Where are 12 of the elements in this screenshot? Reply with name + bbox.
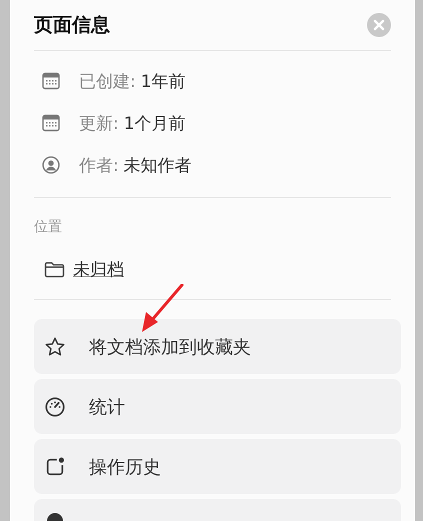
info-value: 1个月前 bbox=[124, 112, 186, 134]
info-value: 未知作者 bbox=[124, 154, 192, 176]
action-item[interactable]: 操作历史 bbox=[34, 439, 401, 494]
action-item[interactable]: 将文档添加到收藏夹 bbox=[34, 319, 401, 374]
info-label: 作者: bbox=[79, 154, 119, 176]
action-item[interactable]: 统计 bbox=[34, 379, 401, 434]
panel-title: 页面信息 bbox=[34, 13, 110, 38]
info-label: 已创建: bbox=[79, 70, 136, 92]
info-label: 更新: bbox=[79, 112, 119, 134]
info-value: 1年前 bbox=[140, 70, 186, 92]
section-heading: 位置 bbox=[34, 218, 63, 236]
folder-link[interactable]: 未归档 bbox=[73, 258, 124, 281]
